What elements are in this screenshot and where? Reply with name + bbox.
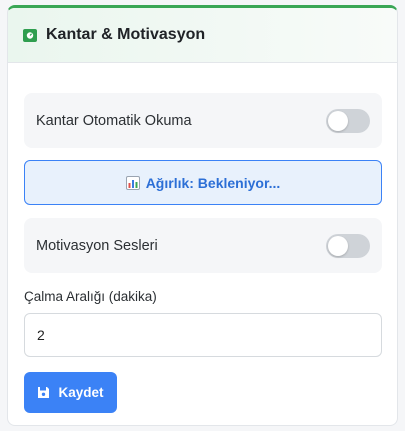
toggle-knob: [328, 235, 348, 256]
bar-chart-icon: [125, 175, 140, 190]
scale-icon: [22, 27, 38, 43]
auto-read-toggle[interactable]: [326, 108, 370, 133]
card-header: Kantar & Motivasyon: [8, 8, 397, 63]
toggle-knob: [328, 110, 348, 131]
motivation-sounds-label: Motivasyon Sesleri: [36, 237, 158, 254]
interval-input[interactable]: [24, 313, 382, 357]
weight-status-box: Ağırlık: Bekleniyor...: [24, 160, 382, 205]
auto-read-label: Kantar Otomatik Okuma: [36, 112, 192, 129]
card-title: Kantar & Motivasyon: [46, 26, 206, 43]
floppy-disk-icon: [37, 386, 50, 399]
save-button-label: Kaydet: [58, 385, 104, 400]
save-button[interactable]: Kaydet: [24, 372, 117, 413]
auto-read-row: Kantar Otomatik Okuma: [24, 93, 382, 148]
scale-motivation-card: Kantar & Motivasyon Kantar Otomatik Okum…: [7, 5, 398, 426]
interval-label: Çalma Aralığı (dakika): [24, 289, 157, 304]
motivation-sounds-row: Motivasyon Sesleri: [24, 218, 382, 273]
motivation-sounds-toggle[interactable]: [326, 233, 370, 258]
weight-status-text: Ağırlık: Bekleniyor...: [145, 174, 281, 191]
